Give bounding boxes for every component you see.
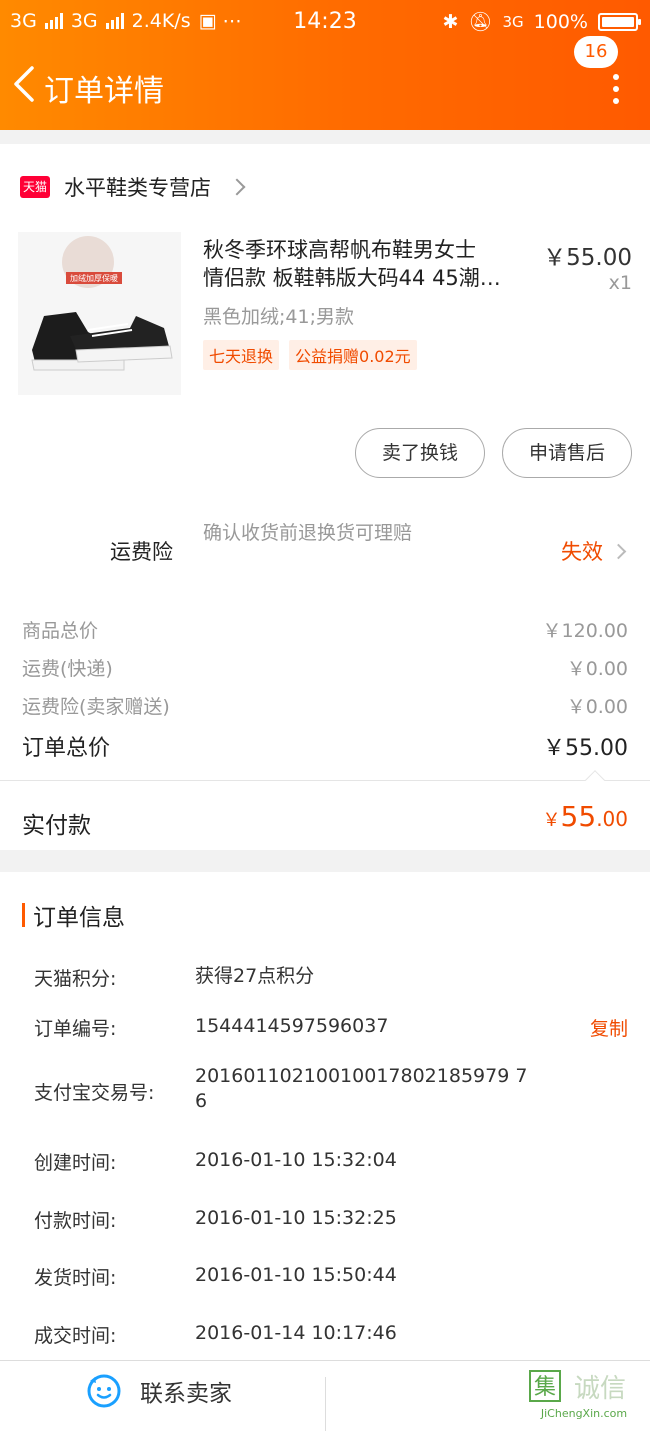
price-row-goods: 商品总价 ￥120.00 [22, 616, 628, 643]
tmall-logo: 天猫 [20, 176, 50, 198]
paid-label: 实付款 [22, 813, 91, 839]
shop-link[interactable]: 天猫 水平鞋类专营店 [20, 172, 246, 202]
info-value: 1544414597596037 [195, 1015, 389, 1037]
divider-notch [585, 770, 605, 790]
bottom-divider [325, 1377, 326, 1431]
goods-total-value: ￥120.00 [542, 620, 628, 642]
price-row-shipping: 运费(快递) ￥0.00 [22, 654, 628, 681]
info-key: 订单编号: [34, 1018, 117, 1040]
price-row-order-total: 订单总价 ￥55.00 [22, 730, 628, 762]
svg-text:诚信: 诚信 [574, 1374, 626, 1404]
item-tags: 七天退换 公益捐赠0.02元 [203, 340, 417, 370]
message-count-badge: 16 [574, 36, 618, 68]
header: 订单详情 16 [0, 36, 650, 130]
sell-button[interactable]: 卖了换钱 [355, 428, 485, 478]
chevron-right-icon [228, 178, 246, 196]
info-key: 支付宝交易号: [34, 1082, 155, 1104]
paid-currency: ￥ [542, 810, 561, 831]
order-total-value: ￥55.00 [543, 736, 628, 761]
info-key: 创建时间: [34, 1152, 117, 1174]
aftersale-button[interactable]: 申请售后 [502, 428, 632, 478]
item-title-line1: 秋冬季环球高帮帆布鞋男女士 [203, 238, 476, 262]
insurance-description: 确认收货前退换货可理赔 [203, 522, 413, 544]
shop-name: 水平鞋类专营店 [64, 176, 211, 200]
info-value: 2016-01-14 10:17:46 [195, 1322, 397, 1344]
info-value: 20160110210010017802185979 76 [195, 1065, 528, 1112]
order-info-section: 订单信息 天猫积分: 获得27点积分 订单编号: 154441459759603… [0, 872, 650, 1360]
page-title: 订单详情 [44, 74, 164, 109]
back-button[interactable] [10, 62, 40, 106]
shipping-fee-label: 运费(快递) [22, 658, 113, 680]
insurance-label: 运费险 [110, 540, 173, 564]
top-bar: 3G 3G 2.4K/s ▣ ⋯ 14:23 ✱ 🔕︎ 3G 100% 订单详情… [0, 0, 650, 130]
battery-percent: 100% [533, 10, 588, 33]
svg-text:集: 集 [534, 1375, 556, 1400]
info-key: 成交时间: [34, 1325, 117, 1347]
battery-icon [598, 12, 641, 31]
item-price: ￥55.00 [543, 245, 632, 271]
divider [0, 780, 650, 781]
insurance-status-link[interactable]: 失效 [561, 536, 627, 566]
network-type: 3G [502, 12, 524, 31]
back-arrow-icon [14, 66, 34, 102]
copy-button[interactable]: 复制 [590, 1014, 628, 1041]
contact-seller-label: 联系卖家 [140, 1381, 232, 1407]
watermark-logo: 集 诚信 JiChengXin.com [524, 1365, 644, 1427]
product-image[interactable]: 加绒加厚保暖 [18, 232, 181, 395]
chevron-right-icon [610, 543, 627, 559]
item-quantity: x1 [608, 272, 632, 294]
watermark-icon: 集 诚信 [529, 1370, 626, 1404]
return-tag: 七天退换 [203, 340, 280, 370]
contact-seller-button[interactable]: 联系卖家 [86, 1373, 232, 1409]
charity-tag: 公益捐赠0.02元 [289, 340, 417, 370]
chat-bubble-icon [87, 1374, 121, 1408]
order-total-label: 订单总价 [22, 736, 111, 761]
status-bar: 3G 3G 2.4K/s ▣ ⋯ 14:23 ✱ 🔕︎ 3G 100% [0, 0, 650, 44]
product-image-caption: 加绒加厚保暖 [70, 273, 118, 283]
bluetooth-icon: ✱ [442, 10, 459, 33]
info-key: 天猫积分: [34, 968, 117, 990]
info-value: 2016-01-10 15:32:25 [195, 1207, 397, 1229]
info-key: 付款时间: [34, 1210, 117, 1232]
insurance-fee-label: 运费险(卖家赠送) [22, 696, 170, 718]
more-menu-button[interactable]: 16 [574, 36, 626, 110]
paid-amount: ￥55.00 [543, 800, 628, 833]
order-info-heading: 订单信息 [22, 898, 125, 932]
bottom-bar: 联系卖家 集 诚信 JiChengXin.com [0, 1360, 650, 1431]
item-title[interactable]: 秋冬季环球高帮帆布鞋男女士 情侣款 板鞋韩版大码44 45潮… [203, 236, 533, 292]
price-row-insurance: 运费险(卖家赠送) ￥0.00 [22, 692, 628, 719]
heading-accent-bar [22, 903, 25, 927]
item-title-line2: 情侣款 板鞋韩版大码44 45潮… [203, 266, 501, 290]
paid-decimal: .00 [596, 807, 628, 831]
order-item-card: 天猫 水平鞋类专营店 加绒加厚保暖 秋冬季环球高帮帆布鞋男女士 情侣款 板鞋韩版… [0, 144, 650, 500]
order-info-title: 订单信息 [33, 905, 125, 931]
shipping-insurance-row: 运费险 确认收货前退换货可理赔 失效 [0, 500, 650, 592]
watermark-text: JiChengXin.com [540, 1407, 628, 1420]
goods-total-label: 商品总价 [22, 620, 99, 642]
price-summary: 商品总价 ￥120.00 运费(快递) ￥0.00 运费险(卖家赠送) ￥0.0… [0, 592, 650, 850]
info-value: 2016-01-10 15:50:44 [195, 1264, 397, 1286]
paid-integer: 55 [560, 800, 597, 833]
sneaker-image: 加绒加厚保暖 [31, 236, 173, 371]
info-value: 获得27点积分 [195, 965, 315, 987]
mute-icon: 🔕︎ [468, 11, 493, 33]
item-sku: 黑色加绒;41;男款 [203, 306, 354, 328]
info-key: 发货时间: [34, 1267, 117, 1289]
insurance-status: 失效 [561, 540, 603, 564]
shipping-fee-value: ￥0.00 [566, 658, 628, 680]
info-value: 2016-01-10 15:32:04 [195, 1149, 397, 1171]
more-dots-icon [613, 74, 619, 80]
insurance-fee-value: ￥0.00 [566, 696, 628, 718]
